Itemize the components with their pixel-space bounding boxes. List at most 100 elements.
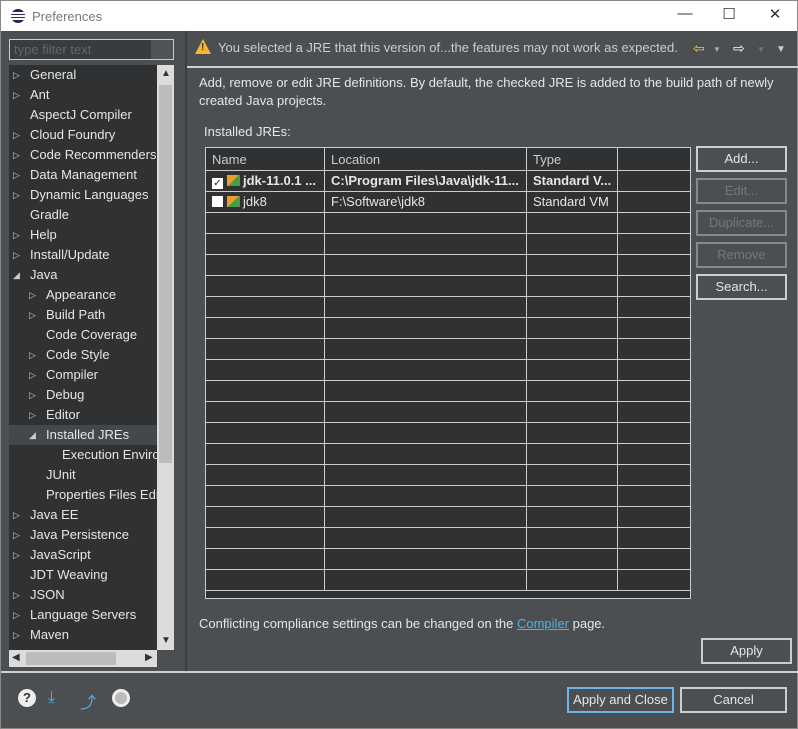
collapsed-icon[interactable]: ▷ [13,505,23,525]
collapsed-icon[interactable]: ▷ [13,65,23,85]
collapsed-icon[interactable]: ▷ [29,385,39,405]
tree-item-label: AspectJ Compiler [30,107,132,122]
tree-item-label: Data Management [30,167,137,182]
expanded-icon[interactable]: ◢ [29,425,39,445]
empty-cell [325,402,527,423]
empty-cell [325,570,527,591]
preferences-window: Preferences — ☐ ✕ type filter text ▷ Gene… [0,0,798,729]
filter-placeholder: type filter text [14,42,92,57]
minimize-button[interactable]: — [675,5,695,25]
location-cell-text: F:\Software\jdk8 [331,194,425,209]
empty-cell [618,192,690,213]
view-menu-icon[interactable]: ▼ [776,44,786,55]
note-text-end: page. [569,616,606,631]
empty-cell [618,381,690,402]
collapsed-icon[interactable]: ▷ [13,545,23,565]
collapsed-icon[interactable]: ▷ [29,365,39,385]
empty-cell [325,297,527,318]
collapsed-icon[interactable]: ▷ [13,605,23,625]
tree-item-label: Java Persistence [30,527,129,542]
export-icon[interactable]: ⤴ [80,689,96,713]
collapsed-icon[interactable]: ▷ [29,405,39,425]
location-cell: C:\Program Files\Java\jdk-11... [325,171,527,192]
back-dropdown-icon[interactable]: ▼ [713,45,721,54]
type-cell-text: Standard VM [533,194,609,209]
column-header[interactable]: Location [325,148,527,171]
tree-item[interactable]: ◢ Installed JREs [9,425,157,445]
add-button[interactable]: Add... [696,146,787,172]
scroll-down-icon[interactable]: ▼ [161,635,171,646]
scroll-thumb[interactable] [159,85,172,463]
empty-cell [527,423,618,444]
table-row[interactable]: jdk8 F:\Software\jdk8 Standard VM [206,192,690,213]
forward-arrow-icon[interactable]: ⇨ [733,40,745,57]
default-jre-checkbox[interactable] [212,196,223,207]
collapsed-icon[interactable]: ▷ [13,225,23,245]
tree-item-label: Properties Files Edi [46,487,157,502]
help-icon[interactable]: ? [18,689,36,707]
forward-dropdown-icon[interactable]: ▼ [757,45,765,54]
collapsed-icon[interactable]: ▷ [13,625,23,645]
tree-item-label: Gradle [30,207,70,222]
compiler-link[interactable]: Compiler [517,616,569,631]
location-cell-text: C:\Program Files\Java\jdk-11... [331,173,519,188]
empty-cell [206,444,325,465]
expanded-icon[interactable]: ◢ [13,265,23,285]
collapsed-icon[interactable]: ▷ [29,345,39,365]
cancel-button[interactable]: Cancel [680,687,787,713]
collapsed-icon[interactable]: ▷ [13,185,23,205]
empty-cell [527,255,618,276]
default-jre-checkbox[interactable]: ✓ [212,178,223,189]
scroll-right-icon[interactable]: ▶ [145,652,153,663]
maximize-button[interactable]: ☐ [719,5,739,25]
scroll-left-icon[interactable]: ◀ [12,652,20,663]
empty-cell [325,528,527,549]
search-button[interactable]: Search... [696,274,787,300]
collapsed-icon[interactable]: ▷ [13,525,23,545]
column-header[interactable] [618,148,690,171]
collapsed-icon[interactable]: ▷ [29,285,39,305]
warning-banner: ! You selected a JRE that this version o… [187,31,798,65]
title-bar: Preferences — ☐ ✕ [1,1,797,31]
close-button[interactable]: ✕ [765,5,785,25]
column-header-text: Type [533,152,562,167]
back-arrow-icon[interactable]: ⇦ [693,40,705,57]
empty-cell [206,381,325,402]
apply-button[interactable]: Apply [701,638,792,664]
collapsed-icon[interactable]: ▷ [13,125,23,145]
collapsed-icon[interactable]: ▷ [13,85,23,105]
empty-cell [527,444,618,465]
tree-item-label: JDT Weaving [30,567,108,582]
import-icon[interactable]: ⤓ [48,689,55,707]
column-header[interactable]: Type [527,148,618,171]
collapsed-icon[interactable]: ▷ [29,305,39,325]
filter-input[interactable]: type filter text [9,39,174,60]
collapsed-icon[interactable]: ▷ [13,585,23,605]
clear-filter-button[interactable] [151,40,173,59]
empty-cell [618,171,690,192]
jre-library-icon [227,196,240,207]
scroll-up-icon[interactable]: ▲ [161,68,171,79]
tree-item-label: Code Coverage [46,327,138,342]
apply-and-close-button[interactable]: Apply and Close [567,687,674,713]
installed-jres-label: Installed JREs: [204,124,291,139]
remove-button[interactable]: Remove [696,242,787,268]
collapsed-icon[interactable]: ▷ [13,145,23,165]
table-row[interactable]: ✓ jdk-11.0.1 ... C:\Program Files\Java\jdk… [206,171,690,192]
empty-cell [618,465,690,486]
collapsed-icon[interactable]: ▷ [13,165,23,185]
tree-horizontal-scrollbar[interactable]: ◀ ▶ [9,650,157,667]
empty-cell [618,402,690,423]
location-cell: F:\Software\jdk8 [325,192,527,213]
tree-vertical-scrollbar[interactable]: ▲ ▼ [157,65,174,650]
oomph-preference-recorder-icon[interactable] [112,689,130,707]
edit-button[interactable]: Edit... [696,178,787,204]
empty-cell [527,360,618,381]
duplicate-button[interactable]: Duplicate... [696,210,787,236]
column-header[interactable]: Name [206,148,325,171]
empty-cell [325,339,527,360]
empty-cell [618,339,690,360]
scroll-thumb[interactable] [26,652,116,665]
collapsed-icon[interactable]: ▷ [13,245,23,265]
table-row [206,570,690,591]
